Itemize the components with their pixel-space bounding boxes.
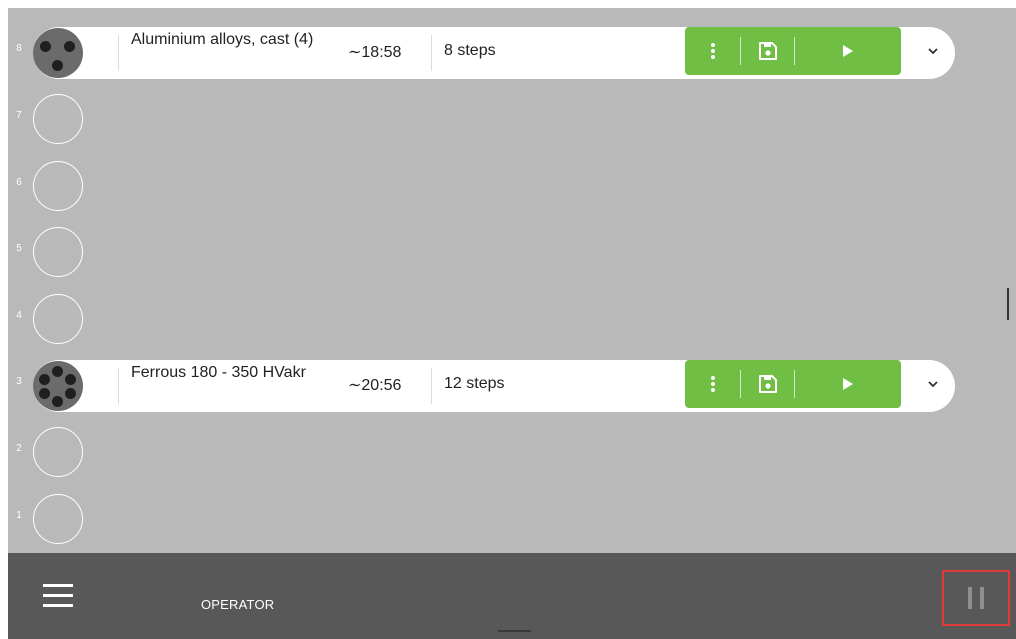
holder-slot-list: 8 Aluminium alloys, cast (4) ∼18:58 8 st… bbox=[8, 8, 1016, 553]
program-card[interactable]: Aluminium alloys, cast (4) ∼18:58 8 step… bbox=[33, 27, 955, 79]
empty-slot[interactable] bbox=[33, 94, 83, 144]
slot-5: 5 bbox=[8, 225, 1016, 281]
save-icon bbox=[758, 375, 777, 393]
save-button[interactable] bbox=[741, 360, 794, 408]
app-screen: 8 Aluminium alloys, cast (4) ∼18:58 8 st… bbox=[0, 0, 1016, 639]
program-duration: ∼18:58 bbox=[348, 44, 402, 61]
chevron-down-icon bbox=[928, 380, 938, 387]
bottom-bar: OPERATOR bbox=[8, 553, 1016, 639]
slot-number: 2 bbox=[16, 443, 22, 454]
program-steps: 12 steps bbox=[444, 375, 505, 392]
empty-slot[interactable] bbox=[33, 161, 83, 211]
slot-2: 2 bbox=[8, 425, 1016, 481]
empty-slot[interactable] bbox=[33, 427, 83, 477]
slot-6: 6 bbox=[8, 159, 1016, 215]
program-actions bbox=[685, 360, 901, 408]
expand-button[interactable] bbox=[913, 27, 953, 75]
slot-number: 6 bbox=[16, 177, 22, 188]
more-options-button[interactable] bbox=[685, 27, 740, 75]
slot-3: 3 Ferrous 180 - 350 HVakr ∼20:56 12 step… bbox=[8, 358, 1016, 414]
expand-button[interactable] bbox=[913, 360, 953, 408]
slot-number: 7 bbox=[16, 110, 22, 121]
empty-slot[interactable] bbox=[33, 227, 83, 277]
slot-7: 7 bbox=[8, 92, 1016, 148]
slot-number: 8 bbox=[16, 43, 22, 54]
more-vertical-icon bbox=[710, 376, 715, 392]
start-program-button[interactable] bbox=[795, 27, 901, 75]
scroll-indicator[interactable] bbox=[1007, 288, 1009, 320]
holder-6-icon bbox=[33, 361, 83, 411]
pause-icon bbox=[964, 587, 988, 609]
pause-button[interactable] bbox=[942, 570, 1010, 626]
slot-1: 1 bbox=[8, 492, 1016, 548]
slot-4: 4 bbox=[8, 292, 1016, 348]
user-role-label: OPERATOR bbox=[201, 597, 275, 612]
empty-slot[interactable] bbox=[33, 494, 83, 544]
empty-slot[interactable] bbox=[33, 294, 83, 344]
more-vertical-icon bbox=[710, 43, 715, 59]
slot-number: 5 bbox=[16, 243, 22, 254]
save-icon bbox=[758, 42, 777, 60]
program-card[interactable]: Ferrous 180 - 350 HVakr ∼20:56 12 steps bbox=[33, 360, 955, 412]
program-actions bbox=[685, 27, 901, 75]
slot-number: 1 bbox=[16, 510, 22, 521]
hamburger-menu-icon[interactable] bbox=[43, 584, 73, 610]
drawer-handle[interactable] bbox=[498, 630, 531, 632]
start-program-button[interactable] bbox=[795, 360, 901, 408]
slot-number: 4 bbox=[16, 310, 22, 321]
program-duration: ∼20:56 bbox=[348, 377, 402, 394]
save-button[interactable] bbox=[741, 27, 794, 75]
play-icon bbox=[843, 45, 853, 57]
play-icon bbox=[843, 378, 853, 390]
program-name: Aluminium alloys, cast (4) bbox=[131, 31, 314, 48]
chevron-down-icon bbox=[928, 47, 938, 54]
slot-8: 8 Aluminium alloys, cast (4) ∼18:58 8 st… bbox=[8, 25, 1016, 81]
program-name: Ferrous 180 - 350 HVakr bbox=[131, 364, 306, 381]
more-options-button[interactable] bbox=[685, 360, 740, 408]
program-steps: 8 steps bbox=[444, 42, 496, 59]
slot-number: 3 bbox=[16, 376, 22, 387]
holder-3-icon bbox=[33, 28, 83, 78]
